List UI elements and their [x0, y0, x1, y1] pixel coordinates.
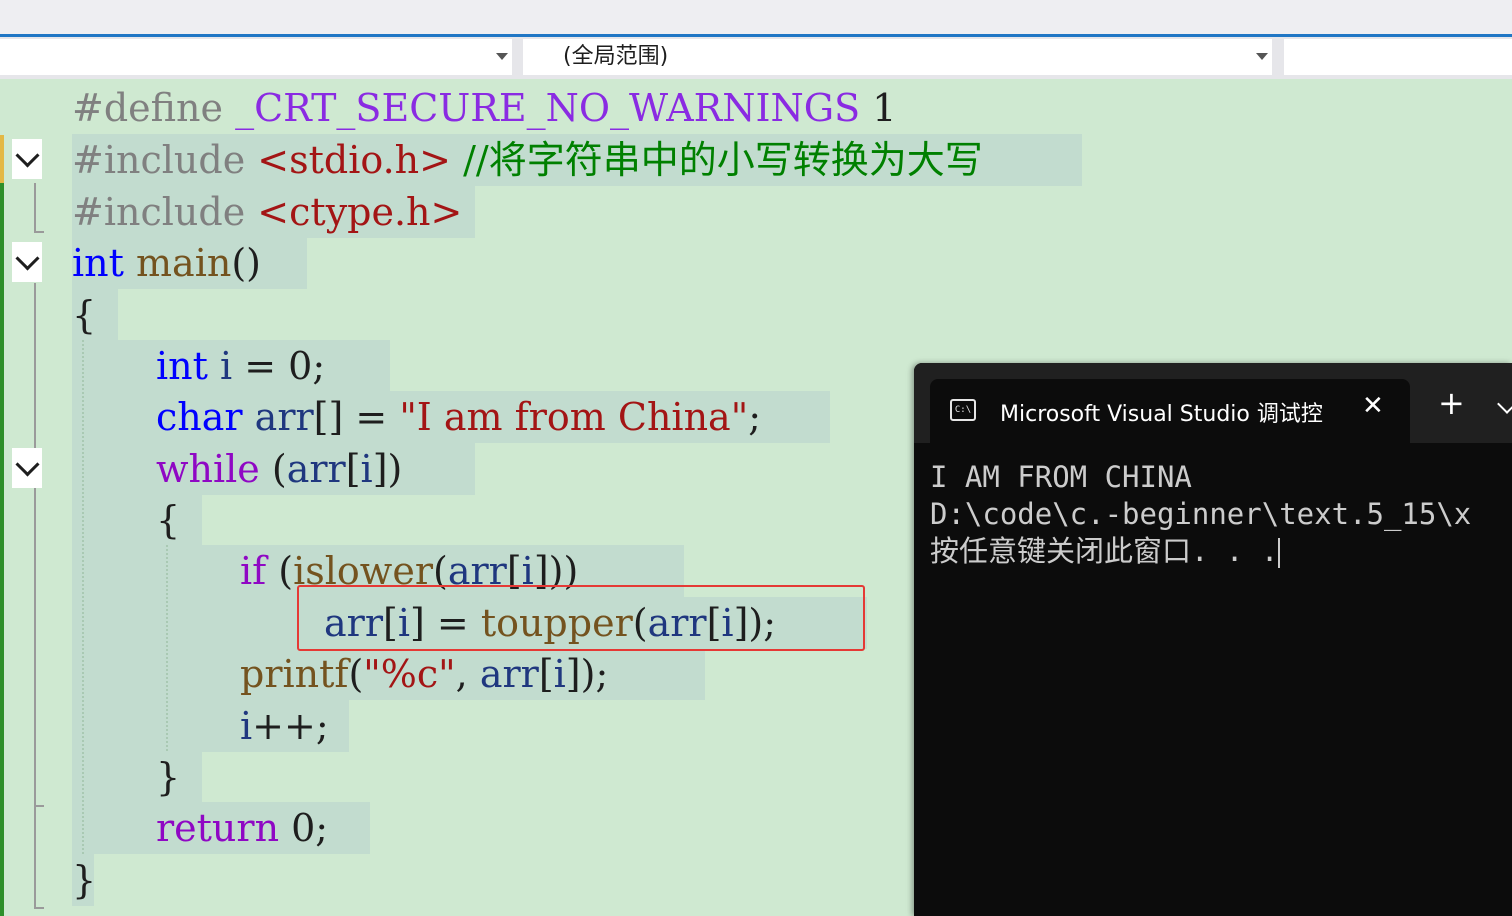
terminal-icon: C:\ — [950, 399, 976, 421]
code-line-2: #include <stdio.h> //将字符串中的小写转换为大写 — [72, 134, 983, 186]
variable: i — [240, 704, 253, 748]
preprocessor-directive: #include — [72, 190, 246, 234]
punctuation: [] = — [313, 395, 400, 439]
function-name: printf — [240, 652, 349, 696]
control-keyword: if — [240, 549, 267, 593]
console-title-bar: C:\ Microsoft Visual Studio 调试控 ✕ + — [914, 363, 1512, 443]
preprocessor-directive: #include — [72, 138, 246, 182]
code-line-15: return 0; — [156, 802, 328, 854]
indent-guide — [166, 545, 168, 751]
console-output-line: 按任意键关闭此窗口. . . — [930, 533, 1512, 570]
code-line-12: printf("%c", arr[i]); — [240, 648, 608, 700]
string-literal: "I am from China" — [399, 395, 749, 439]
function-name: main — [136, 241, 232, 285]
punctuation: ; — [748, 395, 762, 439]
code-line-13: i++; — [240, 700, 329, 752]
fold-line-end — [34, 907, 44, 909]
code-line-1: #define _CRT_SECURE_NO_WARNINGS 1 — [72, 82, 896, 134]
punctuation: [ — [345, 447, 361, 491]
variable: arr — [254, 395, 314, 439]
console-output[interactable]: I AM FROM CHINA D:\code\c.-beginner\text… — [930, 459, 1512, 570]
brace: } — [72, 858, 97, 902]
punctuation: ( — [348, 652, 364, 696]
chevron-down-icon — [14, 451, 40, 477]
code-line-9: { — [156, 494, 180, 546]
console-tab[interactable]: C:\ Microsoft Visual Studio 调试控 ✕ — [930, 379, 1410, 443]
code-line-16: } — [72, 854, 96, 906]
punctuation: 0; — [279, 806, 329, 850]
console-output-line: D:\code\c.-beginner\text.5_15\x — [930, 497, 1472, 531]
punctuation: () — [231, 241, 261, 285]
punctuation: ++; — [252, 704, 329, 748]
brace: } — [156, 755, 181, 799]
fold-toggle-includes[interactable] — [12, 139, 42, 179]
brace: { — [72, 293, 97, 337]
variable: i — [360, 447, 373, 491]
include-header: <ctype.h> — [257, 190, 463, 234]
fold-toggle-main[interactable] — [12, 242, 42, 282]
member-dropdown[interactable] — [1284, 39, 1512, 75]
chevron-down-icon — [1256, 53, 1268, 60]
text-cursor — [1278, 538, 1281, 568]
punctuation: , — [455, 652, 480, 696]
scope-dropdown[interactable]: (全局范围) — [523, 39, 1272, 75]
code-line-3: #include <ctype.h> — [72, 186, 462, 238]
variable: arr — [479, 652, 539, 696]
punctuation: ]); — [565, 652, 609, 696]
close-icon[interactable]: ✕ — [1362, 391, 1384, 421]
chevron-down-icon — [14, 142, 40, 168]
chevron-down-icon[interactable] — [1497, 394, 1512, 414]
navigation-bar: (全局范围) — [0, 37, 1512, 79]
code-line-8: while (arr[i]) — [156, 443, 402, 495]
type-keyword: char — [156, 395, 243, 439]
code-line-14: } — [156, 751, 180, 803]
macro-name: _CRT_SECURE_NO_WARNINGS — [235, 86, 861, 130]
punctuation: ( — [266, 549, 294, 593]
punctuation: ( — [259, 447, 287, 491]
code-comment: //将字符串中的小写转换为大写 — [463, 138, 983, 182]
variable: i — [220, 344, 233, 388]
new-tab-icon[interactable]: + — [1438, 387, 1465, 419]
fold-line-end — [34, 805, 44, 807]
fold-line-end — [34, 231, 44, 233]
code-line-4: int main() — [72, 237, 261, 289]
string-literal: "%c" — [363, 652, 456, 696]
fold-line — [34, 183, 36, 231]
punctuation: [ — [538, 652, 554, 696]
macro-value: 1 — [872, 86, 897, 130]
title-bar-strip — [0, 0, 1512, 34]
indent-guide — [82, 340, 84, 854]
chevron-down-icon — [14, 245, 40, 271]
fold-toggle-while[interactable] — [12, 448, 42, 488]
include-header: <stdio.h> — [257, 138, 451, 182]
change-bar-saved — [0, 183, 4, 916]
punctuation: = 0; — [232, 344, 326, 388]
chevron-down-icon — [496, 53, 508, 60]
punctuation: ]) — [372, 447, 403, 491]
type-keyword: int — [72, 241, 124, 285]
selection-highlight — [72, 751, 202, 803]
project-dropdown[interactable] — [0, 39, 512, 75]
console-tab-title: Microsoft Visual Studio 调试控 — [1000, 402, 1323, 427]
brace: { — [156, 498, 181, 542]
console-output-line: I AM FROM CHINA — [930, 460, 1192, 494]
debug-console-window[interactable]: C:\ Microsoft Visual Studio 调试控 ✕ + I AM… — [914, 363, 1512, 916]
fold-line — [34, 283, 36, 907]
code-line-7: char arr[] = "I am from China"; — [156, 391, 761, 443]
selection-highlight — [72, 494, 202, 546]
control-keyword: return — [156, 806, 280, 850]
scope-dropdown-value: (全局范围) — [563, 44, 669, 69]
type-keyword: int — [156, 344, 208, 388]
variable: i — [553, 652, 566, 696]
code-line-5: { — [72, 289, 96, 341]
control-keyword: while — [156, 447, 260, 491]
code-line-6: int i = 0; — [156, 340, 325, 392]
annotation-highlight-box — [297, 585, 865, 651]
variable: arr — [286, 447, 346, 491]
change-bar-unsaved — [0, 135, 4, 183]
console-prompt-text: 按任意键关闭此窗口. . . — [930, 534, 1279, 568]
preprocessor-directive: #define — [72, 86, 223, 130]
